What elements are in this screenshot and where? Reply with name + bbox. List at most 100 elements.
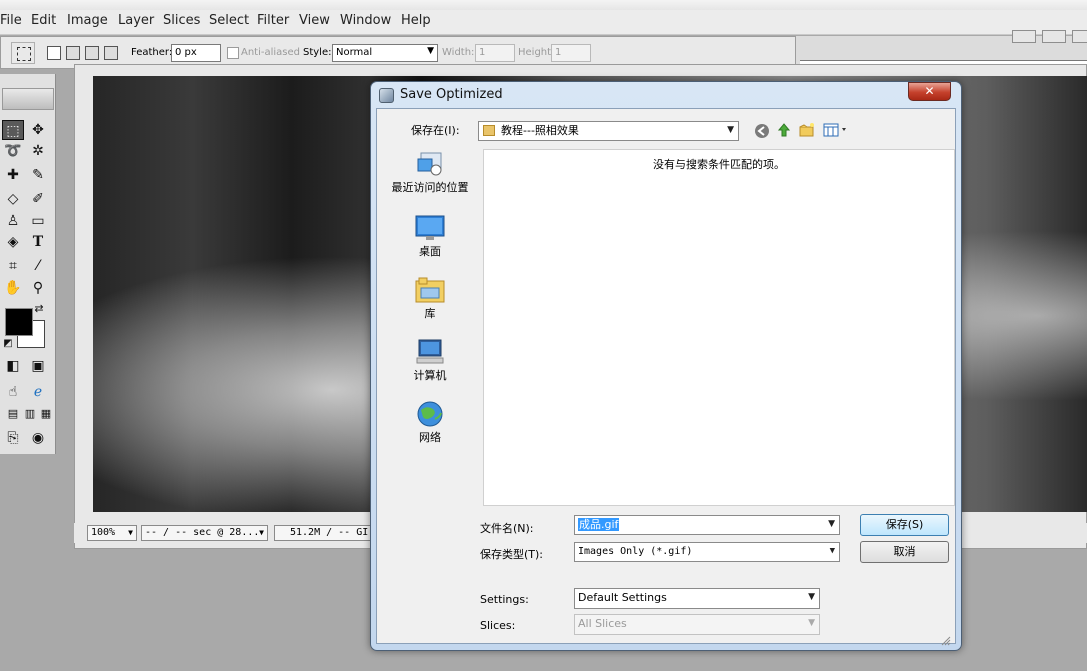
place-recent-label: 最近访问的位置 — [391, 181, 469, 194]
menu-layer[interactable]: Layer — [118, 13, 154, 28]
menu-edit[interactable]: Edit — [31, 13, 56, 28]
paint-bucket-tool-icon[interactable]: ◈ — [2, 232, 24, 252]
menu-view[interactable]: View — [299, 13, 330, 28]
quick-mask-on-icon[interactable]: ▣ — [27, 356, 49, 376]
menu-slices[interactable]: Slices — [163, 13, 200, 28]
subtract-from-selection-button[interactable] — [85, 46, 99, 60]
filetype-select[interactable]: Images Only (*.gif) ▼ — [574, 542, 840, 562]
place-computer[interactable]: 计算机 — [382, 339, 478, 383]
download-time-select[interactable]: -- / -- sec @ 28... ▼ — [141, 525, 268, 541]
brush-tool-icon[interactable]: ✎ — [27, 165, 49, 185]
swap-colors-icon[interactable]: ⇄ — [32, 302, 46, 316]
eraser-tool-icon[interactable]: ◇ — [2, 189, 24, 209]
toolbox: ⬚ ✥ ➰ ✲ ✚ ✎ ◇ ✐ ♙ ▭ ◈ T ⌗ ⁄ ✋ ⚲ ⇄ ◩ ◧ ▣ … — [0, 74, 56, 454]
save-in-select[interactable]: 教程---照相效果 ▼ — [478, 121, 739, 141]
chevron-down-icon: ▼ — [259, 528, 264, 537]
filename-input[interactable]: 成品.gif ▼ — [574, 515, 840, 535]
move-tool-icon[interactable]: ✥ — [27, 120, 49, 140]
stamp-tool-icon[interactable]: ♙ — [2, 211, 24, 231]
toggle-slices-icon[interactable]: ⎘ — [2, 428, 24, 448]
rectangular-marquee-tool[interactable]: ⬚ — [2, 120, 24, 140]
place-network-label: 网络 — [419, 431, 441, 444]
place-desktop[interactable]: 桌面 — [382, 215, 478, 259]
height-input[interactable]: 1 — [551, 44, 591, 62]
screen-mode-full-icon[interactable]: ▦ — [35, 404, 57, 424]
jump-to-imageready-icon[interactable]: ☝ — [2, 382, 24, 402]
save-in-label: 保存在(I): — [411, 124, 460, 137]
cancel-button[interactable]: 取消 — [860, 541, 949, 563]
toolbox-logo — [2, 88, 54, 110]
libraries-icon — [415, 277, 445, 303]
back-icon[interactable] — [754, 123, 770, 139]
filetype-value: Images Only (*.gif) — [578, 546, 693, 557]
new-selection-button[interactable] — [47, 46, 61, 60]
magic-wand-tool-icon[interactable]: ✲ — [27, 141, 49, 161]
type-tool-icon[interactable]: T — [27, 232, 49, 252]
network-icon — [417, 401, 443, 427]
minimize-button[interactable] — [1012, 30, 1036, 43]
feather-label: Feather: — [131, 47, 173, 58]
settings-select[interactable]: Default Settings ▼ — [574, 588, 820, 609]
style-label: Style: — [303, 47, 332, 58]
hand-tool-icon[interactable]: ✋ — [2, 278, 24, 298]
zoom-value: 100% — [91, 527, 116, 538]
dialog-body: 保存在(I): 教程---照相效果 ▼ 最近访问的位置 桌面 库 计算机 网络 … — [376, 108, 956, 644]
view-menu-icon[interactable] — [823, 122, 851, 138]
file-list[interactable]: 没有与搜索条件匹配的项。 — [483, 149, 955, 506]
resize-grip-icon[interactable] — [941, 636, 951, 646]
file-size-readout: 51.2M / -- GI — [274, 525, 370, 541]
add-to-selection-button[interactable] — [66, 46, 80, 60]
close-icon[interactable]: ✕ — [908, 82, 951, 101]
menu-select[interactable]: Select — [209, 13, 249, 28]
zoom-select[interactable]: 100% ▼ — [87, 525, 137, 541]
toggle-image-maps-icon[interactable]: ◉ — [27, 428, 49, 448]
intersect-selection-button[interactable] — [104, 46, 118, 60]
menu-window[interactable]: Window — [340, 13, 391, 28]
style-select[interactable]: Normal ▼ — [332, 44, 438, 62]
chevron-down-icon: ▼ — [727, 125, 734, 135]
slices-select[interactable]: All Slices ▼ — [574, 614, 820, 635]
save-optimized-dialog: Save Optimized ✕ 保存在(I): 教程---照相效果 ▼ 最近访… — [370, 81, 962, 651]
menu-bar: File Edit Image Layer Slices Select Filt… — [0, 10, 1087, 35]
anti-aliased-label: Anti-aliased — [241, 47, 301, 58]
anti-aliased-checkbox[interactable] — [227, 47, 239, 59]
lasso-tool-icon[interactable]: ➰ — [2, 141, 24, 161]
crop-tool-icon[interactable]: ⌗ — [2, 256, 24, 276]
chevron-down-icon: ▼ — [808, 592, 815, 602]
menu-file[interactable]: File — [0, 13, 22, 28]
save-button[interactable]: 保存(S) — [860, 514, 949, 536]
shape-tool-icon[interactable]: ▭ — [27, 211, 49, 231]
smudge-tool-icon[interactable]: ✐ — [27, 189, 49, 209]
close-button[interactable] — [1072, 30, 1087, 43]
settings-label: Settings: — [480, 593, 529, 606]
foreground-color-swatch[interactable] — [5, 308, 33, 336]
menu-help[interactable]: Help — [401, 13, 431, 28]
width-input[interactable]: 1 — [475, 44, 515, 62]
maximize-button[interactable] — [1042, 30, 1066, 43]
place-network[interactable]: 网络 — [382, 401, 478, 445]
save-in-value: 教程---照相效果 — [501, 124, 579, 137]
slices-label: Slices: — [480, 619, 516, 632]
chevron-down-icon: ▼ — [128, 528, 133, 537]
quick-mask-off-icon[interactable]: ◧ — [2, 356, 24, 376]
height-label: Height: — [518, 47, 555, 58]
filename-label: 文件名(N): — [480, 522, 534, 535]
eyedropper-tool-icon[interactable]: ⁄ — [27, 256, 49, 276]
place-libraries[interactable]: 库 — [382, 277, 478, 321]
menu-image[interactable]: Image — [67, 13, 108, 28]
default-colors-icon[interactable]: ◩ — [2, 338, 14, 350]
new-folder-icon[interactable] — [799, 122, 815, 138]
slices-value: All Slices — [578, 617, 627, 630]
menu-filter[interactable]: Filter — [257, 13, 289, 28]
empty-list-message: 没有与搜索条件匹配的项。 — [653, 158, 785, 171]
marquee-icon — [17, 47, 31, 61]
folder-icon — [483, 125, 495, 136]
healing-brush-tool-icon[interactable]: ✚ — [2, 165, 24, 185]
filename-value: 成品.gif — [578, 518, 620, 531]
browser-preview-icon[interactable]: ℯ — [27, 382, 49, 402]
marquee-preset-picker[interactable] — [11, 42, 35, 64]
place-recent[interactable]: 最近访问的位置 — [382, 151, 478, 195]
feather-input[interactable]: 0 px — [171, 44, 221, 62]
zoom-tool-icon[interactable]: ⚲ — [27, 278, 49, 298]
up-folder-icon[interactable] — [776, 122, 792, 138]
